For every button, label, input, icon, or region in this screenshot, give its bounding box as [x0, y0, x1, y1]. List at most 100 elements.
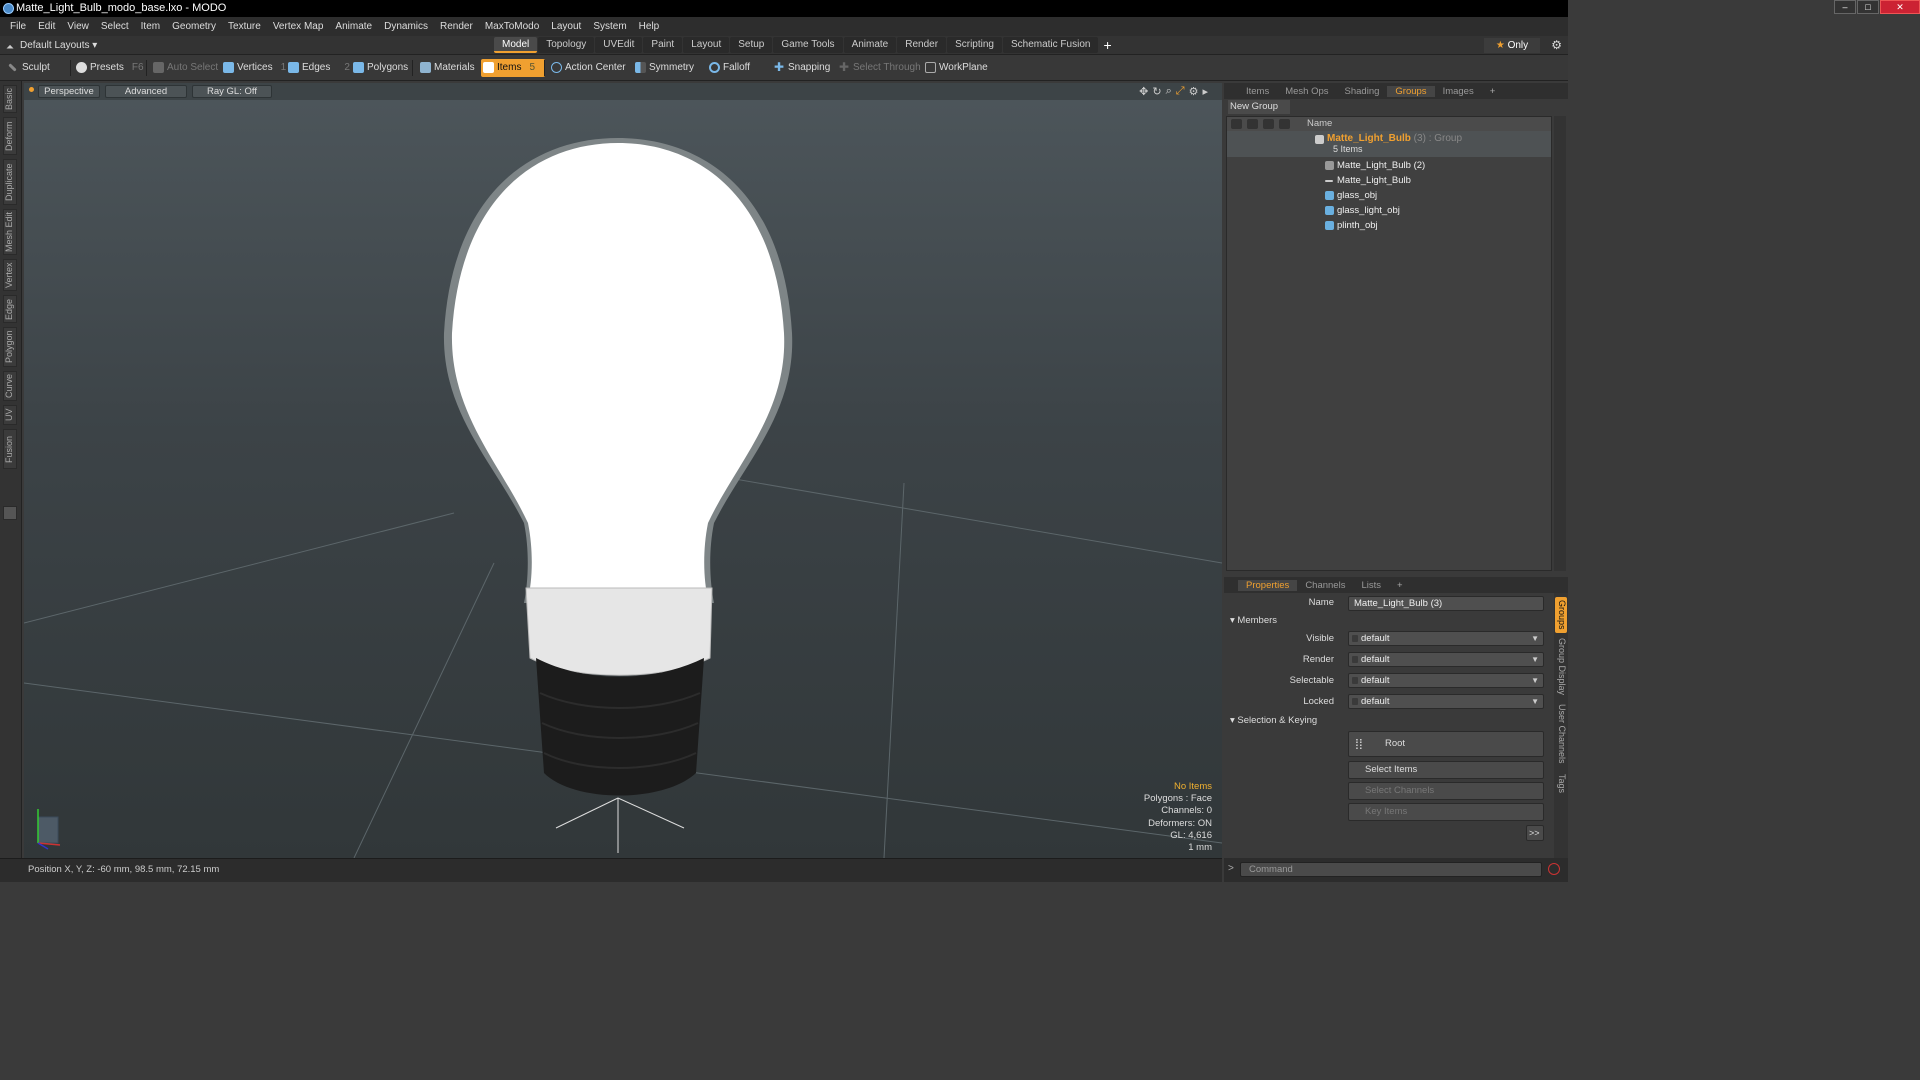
- tab-topology[interactable]: Topology: [538, 37, 595, 53]
- more-button[interactable]: >>: [1526, 825, 1544, 841]
- visible-dropdown[interactable]: default ▼: [1348, 631, 1544, 646]
- presets-button[interactable]: Presets F6: [74, 59, 144, 77]
- menu-view[interactable]: View: [61, 21, 95, 32]
- tab-schematic-fusion[interactable]: Schematic Fusion: [1002, 37, 1099, 53]
- tab-render[interactable]: Render: [897, 37, 947, 53]
- root-button[interactable]: ⁞⁞ Root: [1348, 731, 1544, 757]
- tab-animate[interactable]: Animate: [843, 37, 897, 53]
- tab-duplicate[interactable]: Duplicate: [3, 159, 17, 205]
- viewport-settings-icon[interactable]: ⚙: [1189, 85, 1199, 98]
- list-item[interactable]: plinth_obj: [1227, 218, 1551, 233]
- tab-mesh-edit[interactable]: Mesh Edit: [3, 209, 17, 255]
- tab-vertex[interactable]: Vertex: [3, 259, 17, 291]
- tab-properties[interactable]: Properties: [1238, 579, 1298, 591]
- select-column-icon[interactable]: [1263, 119, 1274, 129]
- list-item[interactable]: glass_obj: [1227, 188, 1551, 203]
- tab-fusion[interactable]: Fusion: [3, 429, 17, 469]
- tab-lists[interactable]: Lists: [1353, 580, 1389, 591]
- perspective-button[interactable]: Perspective: [38, 85, 100, 98]
- select-channels-button[interactable]: Select Channels: [1348, 782, 1544, 800]
- selection-keying-section[interactable]: ▾ Selection & Keying: [1230, 715, 1317, 726]
- select-through-button[interactable]: ✚ Select Through: [837, 59, 921, 77]
- menu-system[interactable]: System: [587, 21, 632, 32]
- pan-icon[interactable]: ✥: [1139, 85, 1148, 98]
- key-items-button[interactable]: Key Items: [1348, 803, 1544, 821]
- menu-render[interactable]: Render: [434, 21, 479, 32]
- group-row[interactable]: Matte_Light_Bulb (3) : Group 5 Items: [1227, 131, 1551, 157]
- fit-icon[interactable]: ⤢: [1176, 85, 1185, 98]
- render-dropdown[interactable]: default ▼: [1348, 652, 1544, 667]
- select-items-button[interactable]: Select Items: [1348, 761, 1544, 779]
- workplane-button[interactable]: WorkPlane: [923, 59, 988, 77]
- render-column-icon[interactable]: [1247, 119, 1258, 129]
- raygl-button[interactable]: Ray GL: Off: [192, 85, 272, 98]
- tab-shading[interactable]: Shading: [1337, 86, 1388, 97]
- menu-animate[interactable]: Animate: [329, 21, 378, 32]
- side-tab-group-display[interactable]: Group Display: [1555, 637, 1567, 697]
- falloff-button[interactable]: Falloff: [707, 59, 750, 77]
- visibility-column-icon[interactable]: [1231, 119, 1242, 129]
- rotate-icon[interactable]: ↻: [1152, 85, 1161, 98]
- side-tab-user-channels[interactable]: User Channels: [1555, 703, 1567, 765]
- items-button[interactable]: Items 5: [481, 59, 546, 77]
- close-icon[interactable]: ✕: [1880, 0, 1920, 14]
- minimize-icon[interactable]: –: [1834, 0, 1856, 14]
- list-item[interactable]: Matte_Light_Bulb: [1227, 173, 1551, 188]
- new-group-button[interactable]: New Group: [1228, 100, 1290, 114]
- viewport-expand-icon[interactable]: ▸: [1202, 85, 1208, 98]
- 3d-viewport[interactable]: Perspective Advanced Ray GL: Off ✥ ↻ ⌕ ⤢…: [24, 83, 1222, 858]
- materials-button[interactable]: Materials: [418, 59, 475, 77]
- tab-paint[interactable]: Paint: [643, 37, 683, 53]
- record-icon[interactable]: [1548, 863, 1560, 875]
- add-panel-tab-icon[interactable]: +: [1482, 86, 1504, 97]
- menu-edit[interactable]: Edit: [32, 21, 61, 32]
- polygons-button[interactable]: Polygons: [351, 59, 408, 77]
- menu-texture[interactable]: Texture: [222, 21, 267, 32]
- tab-edge[interactable]: Edge: [3, 295, 17, 323]
- tab-deform[interactable]: Deform: [3, 117, 17, 155]
- auto-select-button[interactable]: Auto Select: [151, 59, 218, 77]
- menu-geometry[interactable]: Geometry: [166, 21, 222, 32]
- action-center-button[interactable]: Action Center: [549, 59, 626, 77]
- menu-dynamics[interactable]: Dynamics: [378, 21, 434, 32]
- locked-dropdown[interactable]: default ▼: [1348, 694, 1544, 709]
- tab-model[interactable]: Model: [494, 37, 538, 53]
- selectable-dropdown[interactable]: default ▼: [1348, 673, 1544, 688]
- menu-file[interactable]: File: [4, 21, 32, 32]
- tab-setup[interactable]: Setup: [730, 37, 773, 53]
- side-tab-tags[interactable]: Tags: [1555, 771, 1567, 797]
- name-field[interactable]: Matte_Light_Bulb (3): [1348, 596, 1544, 611]
- menu-vertex-map[interactable]: Vertex Map: [267, 21, 330, 32]
- tab-mesh-ops[interactable]: Mesh Ops: [1277, 86, 1336, 97]
- list-item[interactable]: Matte_Light_Bulb (2): [1227, 158, 1551, 173]
- tab-scripting[interactable]: Scripting: [947, 37, 1002, 53]
- tab-groups[interactable]: Groups: [1387, 85, 1435, 97]
- tab-channels[interactable]: Channels: [1297, 580, 1353, 591]
- viewport-menu-icon[interactable]: [29, 87, 34, 92]
- tab-game-tools[interactable]: Game Tools: [773, 37, 843, 53]
- side-tab-groups[interactable]: Groups: [1555, 597, 1567, 633]
- list-item[interactable]: glass_light_obj: [1227, 203, 1551, 218]
- maximize-icon[interactable]: □: [1857, 0, 1879, 14]
- vertices-button[interactable]: Vertices 1: [221, 59, 286, 77]
- command-input[interactable]: Command: [1240, 862, 1542, 877]
- add-bottom-tab-icon[interactable]: +: [1389, 580, 1411, 591]
- edges-button[interactable]: Edges 2: [286, 59, 350, 77]
- menu-maxtomodo[interactable]: MaxToModo: [479, 21, 545, 32]
- gear-icon[interactable]: ⚙: [1551, 38, 1562, 52]
- advanced-button[interactable]: Advanced: [105, 85, 187, 98]
- lock-column-icon[interactable]: [1279, 119, 1290, 129]
- tab-polygon[interactable]: Polygon: [3, 327, 17, 367]
- only-button[interactable]: ★ Only: [1484, 38, 1540, 53]
- layout-selector[interactable]: ⏶ Default Layouts ▾: [6, 38, 97, 53]
- tool-options-icon[interactable]: [3, 506, 17, 520]
- add-tab-icon[interactable]: +: [1099, 37, 1115, 53]
- snapping-button[interactable]: ✚ Snapping: [772, 59, 830, 77]
- symmetry-button[interactable]: Symmetry: [633, 59, 694, 77]
- tab-curve[interactable]: Curve: [3, 371, 17, 401]
- menu-select[interactable]: Select: [95, 21, 135, 32]
- menu-item[interactable]: Item: [135, 21, 166, 32]
- menu-help[interactable]: Help: [633, 21, 666, 32]
- tab-basic[interactable]: Basic: [3, 85, 17, 113]
- zoom-icon[interactable]: ⌕: [1166, 85, 1172, 98]
